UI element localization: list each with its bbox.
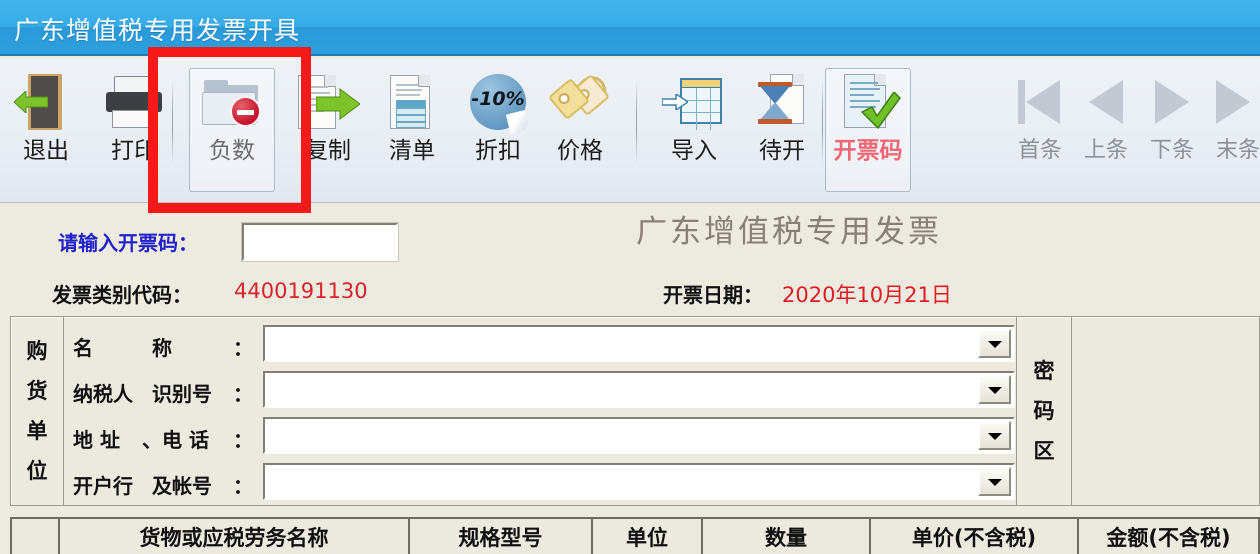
copy-document-icon [296, 72, 360, 134]
label-part: 、电 话 [142, 428, 209, 452]
green-arrow-left-icon [14, 91, 48, 113]
toolbar-button-copy[interactable]: 复制 [282, 66, 374, 194]
buyer-section-label: 购 货 单 位 [11, 317, 64, 505]
goods-col-spec: 规格型号 [410, 519, 593, 554]
arrow-into-table-icon [662, 94, 688, 110]
label-part: 识别号 [152, 382, 212, 406]
goods-col-unit: 单位 [593, 519, 703, 554]
invoice-date-value: 2020年10月21日 [782, 283, 952, 307]
green-check-icon [861, 92, 901, 129]
pending-hourglass-icon [750, 72, 814, 134]
invoice-code-input[interactable] [241, 222, 399, 262]
list-document-icon [380, 72, 444, 134]
toolbar-label-discount: 折扣 [475, 138, 521, 164]
invoice-date-label: 开票日期： [663, 283, 763, 307]
toolbar-label-copy: 复制 [305, 138, 351, 164]
buyer-label-char: 位 [26, 459, 48, 483]
buyer-field-name-label: 名 称 ： [73, 332, 253, 361]
goods-col-amount: 金额(不含税) [1079, 519, 1258, 554]
invoice-code-check-icon [836, 72, 901, 134]
nav-button-last[interactable]: 末条 [1196, 76, 1260, 164]
label-part: 地 址 [73, 428, 120, 452]
password-label-char: 密 [1033, 359, 1055, 383]
buyer-label-char: 购 [26, 339, 48, 363]
price-tag-icon [547, 71, 612, 134]
label-part: 及帐号 [152, 474, 212, 498]
green-arrow-right-icon [316, 88, 360, 120]
buyer-label-char: 货 [26, 379, 48, 403]
negative-folder-icon [200, 72, 264, 134]
toolbar-button-negative[interactable]: 负数 [186, 66, 278, 194]
label-colon: ： [233, 382, 253, 406]
invoice-sheet: 广东增值税专用发票 请输入开票码： 发票类别代码： 4400191130 开票日… [0, 203, 1260, 554]
buyer-name-combobox[interactable] [263, 325, 1015, 362]
toolbar-label-pending: 待开 [759, 138, 805, 164]
toolbar-label-exit: 退出 [23, 138, 69, 164]
previous-record-icon [1078, 76, 1134, 128]
toolbar-label-import: 导入 [671, 138, 717, 164]
label-colon: ： [233, 336, 253, 360]
application-window: 广东增值税专用发票开具 退出 打印 负数 复制 清单 -10% 折扣 价格 导入… [0, 0, 1260, 554]
exit-door-icon [14, 72, 78, 134]
invoice-category-value: 4400191130 [234, 279, 368, 303]
buyer-bank-combobox[interactable] [263, 463, 1015, 500]
next-record-icon [1144, 76, 1200, 128]
buyer-field-address-label: 地 址 、电 话 ： [73, 424, 253, 453]
chevron-down-icon[interactable] [978, 421, 1011, 450]
toolbar-label-price: 价格 [557, 138, 603, 164]
toolbar-separator [636, 80, 637, 164]
buyer-panel: 购 货 单 位 名 称 ： 纳税人 识别号 ： 地 址 、电 话 ： 开户行 及… [10, 316, 1260, 506]
password-area-label: 密 码 区 [1016, 317, 1072, 505]
discount-sticker-icon: -10% [466, 72, 531, 135]
buyer-taxid-combobox[interactable] [263, 371, 1015, 408]
toolbar-button-import[interactable]: 导入 [648, 66, 740, 194]
label-colon: ： [233, 428, 253, 452]
chevron-down-icon[interactable] [978, 375, 1011, 404]
label-part: 名 [73, 336, 93, 360]
buyer-field-bank-label: 开户行 及帐号 ： [73, 470, 253, 499]
toolbar-button-pending[interactable]: 待开 [736, 66, 828, 194]
toolbar-button-exit[interactable]: 退出 [0, 66, 92, 194]
window-titlebar: 广东增值税专用发票开具 [0, 0, 1260, 56]
goods-col-index [12, 519, 60, 554]
chevron-down-icon[interactable] [978, 467, 1011, 496]
nav-label-last: 末条 [1215, 138, 1260, 163]
printer-icon [102, 72, 166, 134]
goods-col-name: 货物或应税劳务名称 [60, 519, 410, 554]
buyer-field-taxid-label: 纳税人 识别号 ： [73, 378, 253, 407]
toolbar-button-price[interactable]: 价格 [534, 66, 626, 194]
invoice-heading: 广东增值税专用发票 [636, 214, 942, 250]
minus-badge-icon [230, 96, 261, 127]
buyer-label-char: 单 [26, 419, 48, 443]
buyer-address-combobox[interactable] [263, 417, 1015, 454]
last-record-icon [1210, 76, 1260, 128]
goods-col-quantity: 数量 [703, 519, 871, 554]
label-part: 纳税人 [73, 382, 133, 406]
invoice-category-label: 发票类别代码： [52, 283, 192, 307]
main-toolbar: 退出 打印 负数 复制 清单 -10% 折扣 价格 导入 待开 开票码 首条 上… [0, 58, 1260, 203]
toolbar-label-list: 清单 [389, 138, 435, 164]
goods-table-header: 货物或应税劳务名称 规格型号 单位 数量 单价(不含税) 金额(不含税) [10, 517, 1260, 554]
chevron-down-icon[interactable] [978, 329, 1011, 358]
label-part: 称 [152, 336, 172, 360]
toolbar-button-print[interactable]: 打印 [88, 66, 180, 194]
import-grid-icon [662, 72, 726, 134]
first-record-icon [1012, 76, 1068, 128]
window-title: 广东增值税专用发票开具 [14, 16, 301, 45]
password-label-char: 码 [1033, 399, 1055, 423]
toolbar-button-invoice-code[interactable]: 开票码 [822, 66, 914, 194]
goods-col-unitprice: 单价(不含税) [871, 519, 1079, 554]
label-colon: ： [233, 474, 253, 498]
invoice-code-prompt-label: 请输入开票码： [58, 231, 198, 255]
label-part: 开户行 [73, 474, 133, 498]
toolbar-button-list[interactable]: 清单 [366, 66, 458, 194]
toolbar-button-discount[interactable]: -10% 折扣 [452, 66, 544, 194]
toolbar-label-print: 打印 [111, 138, 157, 164]
password-label-char: 区 [1033, 439, 1055, 463]
